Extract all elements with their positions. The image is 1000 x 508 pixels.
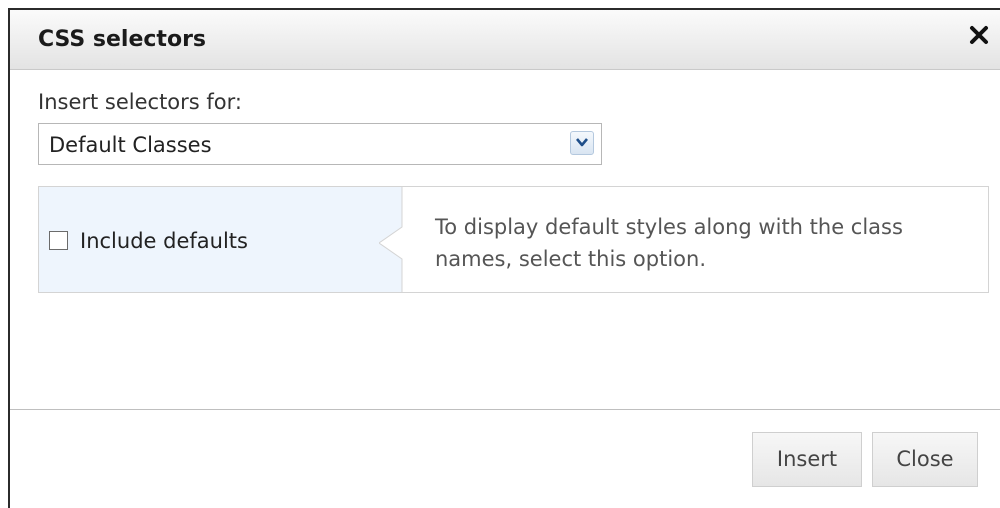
css-selectors-dialog: CSS selectors Insert selectors for: Defa… [8, 8, 1000, 508]
footer-divider [10, 409, 1000, 410]
dialog-title: CSS selectors [38, 27, 207, 52]
dialog-titlebar[interactable]: CSS selectors [10, 10, 1000, 70]
callout-pointer [379, 187, 407, 292]
chevron-down-icon[interactable] [570, 131, 594, 155]
include-defaults-checkbox[interactable] [49, 231, 68, 250]
include-defaults-panel: Include defaults To display default styl… [38, 186, 989, 293]
include-defaults-label[interactable]: Include defaults [80, 229, 248, 253]
include-defaults-help-text: To display default styles along with the… [435, 215, 903, 271]
selector-dropdown-value: Default Classes [49, 133, 212, 157]
close-x-icon[interactable] [966, 22, 992, 48]
selector-dropdown[interactable]: Default Classes [38, 123, 602, 165]
selector-label: Insert selectors for: [38, 90, 242, 114]
close-button[interactable]: Close [872, 432, 978, 487]
insert-button[interactable]: Insert [752, 432, 862, 487]
